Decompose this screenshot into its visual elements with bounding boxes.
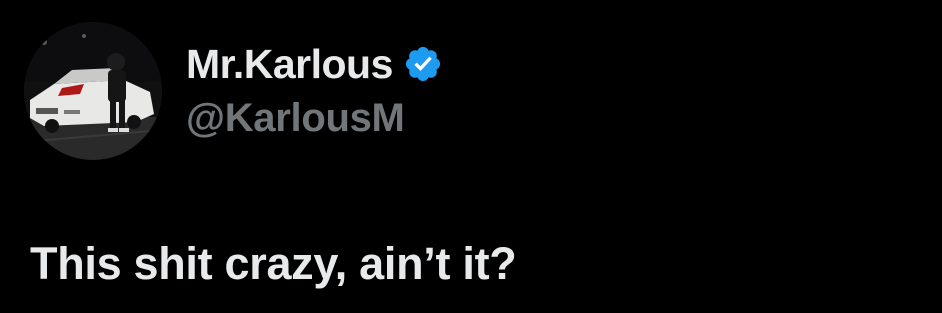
author-name-row: Mr.Karlous [186,40,443,88]
author-handle[interactable]: @KarlousM [186,94,405,142]
tweet-text: This shit crazy, ain’t it? [30,238,517,289]
display-name[interactable]: Mr.Karlous [186,40,393,88]
tweet-card: Mr.Karlous @KarlousM This shit crazy, ai… [0,0,942,313]
avatar[interactable] [24,22,162,160]
avatar-photo [24,22,162,160]
verified-badge-icon [403,44,443,84]
